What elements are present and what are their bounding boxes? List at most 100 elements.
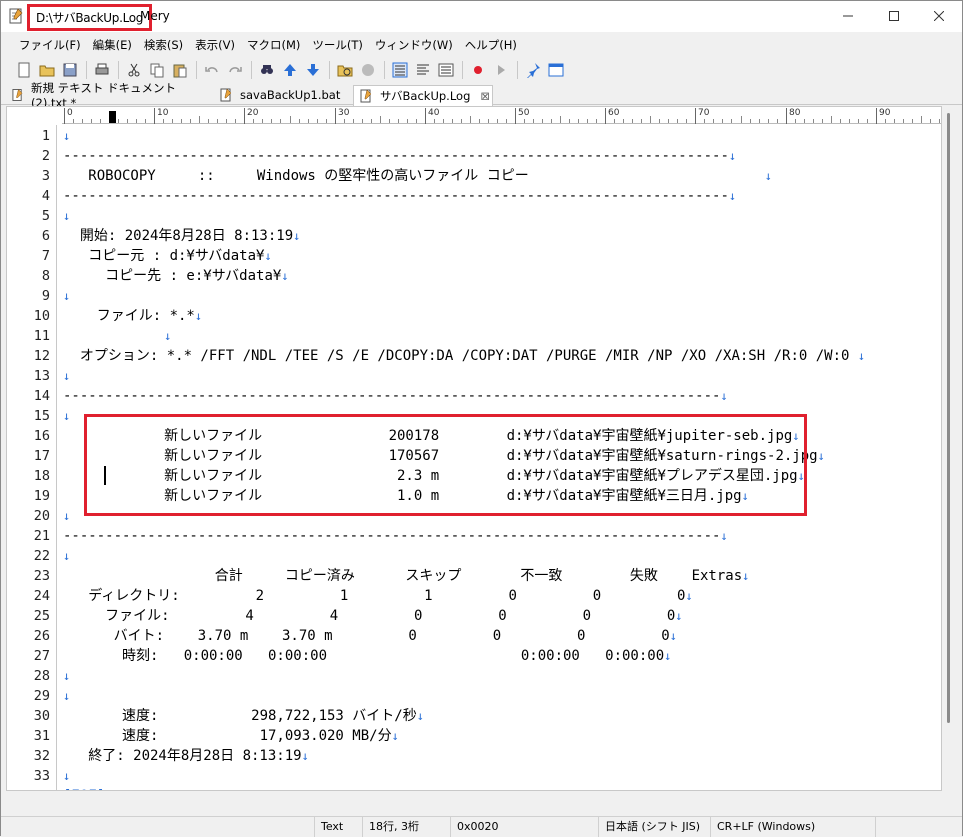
menu-item-4[interactable]: マクロ(M) xyxy=(241,37,306,53)
text-line[interactable]: ↓ xyxy=(63,766,70,786)
menu-item-0[interactable]: ファイル(F) xyxy=(13,37,87,53)
text-line[interactable]: 開始: 2024年8月28日 8:13:19↓ xyxy=(63,226,301,246)
find-next-button[interactable] xyxy=(302,59,324,81)
maximize-button[interactable] xyxy=(871,1,917,31)
line-number-gutter: 1 2 3 4 5 6 7 8 9 10 11 12 13 14 15 16 17 18 19 20 21 22 23 24 2… xyxy=(7,125,57,790)
vertical-scroll-thumb[interactable] xyxy=(947,113,950,723)
open-folder-button[interactable] xyxy=(36,59,58,81)
ruler-label: 0 xyxy=(67,108,73,118)
tab-2[interactable]: サバBackUp.Log ⊠ xyxy=(353,85,493,106)
text-line[interactable]: ファイル: *.*↓ xyxy=(63,306,202,326)
copy-button[interactable] xyxy=(146,59,168,81)
text-line[interactable]: 速度: 17,093.020 MB/分↓ xyxy=(63,726,399,746)
tab-1[interactable]: savaBackUp1.bat xyxy=(213,85,353,105)
find-button[interactable] xyxy=(256,59,278,81)
text-line[interactable]: ----------------------------------------… xyxy=(63,386,728,406)
ruler-tick xyxy=(443,119,444,123)
print-button[interactable] xyxy=(91,59,113,81)
find-next-icon xyxy=(307,64,319,76)
undo-button[interactable] xyxy=(201,59,223,81)
newline-mark-icon: ↓ xyxy=(63,509,71,523)
wrap-column-button[interactable] xyxy=(435,59,457,81)
line-number: 21 xyxy=(33,528,50,544)
text-line[interactable]: コピー元 : d:¥サバdata¥↓ xyxy=(63,246,271,266)
pin-button[interactable] xyxy=(522,59,544,81)
horizontal-scrollbar[interactable] xyxy=(6,791,942,803)
minimize-button[interactable] xyxy=(825,1,871,31)
newline-mark-icon: ↓ xyxy=(857,349,866,363)
text-line[interactable]: 速度: 298,722,153 バイト/秒↓ xyxy=(63,706,424,726)
tab-label: サバBackUp.Log xyxy=(380,89,471,103)
find-prev-button[interactable] xyxy=(279,59,301,81)
text-line[interactable]: ファイル: 4 4 0 0 0 0↓ xyxy=(63,606,682,626)
text-line[interactable]: オプション: *.* /FFT /NDL /TEE /S /E /DCOPY:D… xyxy=(63,346,865,366)
text-line[interactable]: ↓ xyxy=(63,686,70,706)
text-line[interactable]: ↓ xyxy=(63,286,70,306)
line-text: ファイル: *.* xyxy=(63,308,195,324)
ruler-tick xyxy=(100,119,101,123)
mery-app-icon xyxy=(9,8,23,24)
wrap-column-icon xyxy=(438,63,454,77)
play-macro-button[interactable] xyxy=(490,59,512,81)
text-line[interactable]: ↓ xyxy=(63,666,70,686)
line-text: ----------------------------------------… xyxy=(63,148,729,164)
ruler-tick xyxy=(831,116,832,123)
save-button[interactable] xyxy=(59,59,81,81)
text-line[interactable]: 時刻: 0:00:00 0:00:00 0:00:00 0:00:00↓ xyxy=(63,646,671,666)
tab-close-icon[interactable]: ⊠ xyxy=(480,89,490,103)
text-line[interactable]: ----------------------------------------… xyxy=(63,526,728,546)
redo-button[interactable] xyxy=(224,59,246,81)
text-line[interactable]: コピー先 : e:¥サバdata¥↓ xyxy=(63,266,288,286)
toolbar-separator xyxy=(462,61,463,79)
paste-button[interactable] xyxy=(169,59,191,81)
text-line[interactable]: ↓ xyxy=(63,366,70,386)
text-line[interactable]: バイト: 3.70 m 3.70 m 0 0 0 0↓ xyxy=(63,626,677,646)
document-icon xyxy=(220,88,232,102)
line-number: 29 xyxy=(33,688,50,704)
text-line[interactable]: 終了: 2024年8月28日 8:13:19↓ xyxy=(63,746,309,766)
newline-mark-icon: ↓ xyxy=(63,689,71,703)
menu-item-7[interactable]: ヘルプ(H) xyxy=(459,37,523,53)
line-number: 7 xyxy=(41,248,50,264)
clear-highlight-button[interactable] xyxy=(357,59,379,81)
newline-mark-icon: ↓ xyxy=(164,329,172,343)
line-number: 11 xyxy=(33,328,50,344)
menu-item-1[interactable]: 編集(E) xyxy=(87,37,138,53)
text-line[interactable]: ↓ xyxy=(63,326,171,346)
menu-item-3[interactable]: 表示(V) xyxy=(189,37,241,53)
title-bar[interactable]: D:\サバBackUp.Log Mery xyxy=(1,1,962,32)
status-newline[interactable]: CR+LF (Windows) xyxy=(710,817,875,837)
wrap-none-button[interactable] xyxy=(389,59,411,81)
tab-0[interactable]: 新規 テキスト ドキュメント (2).txt * xyxy=(5,81,210,110)
text-line[interactable]: ↓ xyxy=(63,506,70,526)
window-button[interactable] xyxy=(545,59,567,81)
text-line[interactable]: 合計 コピー済み スキップ 不一致 失敗 Extras↓ xyxy=(63,566,750,586)
cut-button[interactable] xyxy=(123,59,145,81)
ruler-tick xyxy=(470,116,471,123)
menu-item-6[interactable]: ウィンドウ(W) xyxy=(369,37,459,53)
menu-item-2[interactable]: 検索(S) xyxy=(138,37,189,53)
newline-mark-icon: ↓ xyxy=(63,289,71,303)
text-line[interactable]: ↓ xyxy=(63,546,70,566)
text-line[interactable]: ↓ xyxy=(63,406,70,426)
text-line[interactable]: ----------------------------------------… xyxy=(63,186,736,206)
close-button[interactable] xyxy=(916,1,962,31)
newline-mark-icon: ↓ xyxy=(293,229,301,243)
menu-item-5[interactable]: ツール(T) xyxy=(306,37,369,53)
line-number: 12 xyxy=(33,348,50,364)
text-line[interactable]: ↓ xyxy=(63,126,70,146)
status-encoding[interactable]: 日本語 (シフト JIS) xyxy=(598,817,710,837)
ruler-tick xyxy=(704,119,705,123)
text-line[interactable]: ROBOCOPY :: Windows の堅牢性の高いファイル コピー ↓ xyxy=(63,166,772,186)
text-line[interactable]: ディレクトリ: 2 1 1 0 0 0↓ xyxy=(63,586,693,606)
text-line[interactable]: ----------------------------------------… xyxy=(63,146,736,166)
grep-button[interactable] xyxy=(334,59,356,81)
vertical-scrollbar[interactable] xyxy=(942,106,960,791)
newline-mark-icon: ↓ xyxy=(685,589,693,603)
line-text: 終了: 2024年8月28日 8:13:19 xyxy=(63,748,302,764)
text-line[interactable]: ↓ xyxy=(63,206,70,226)
record-macro-button[interactable] xyxy=(467,59,489,81)
new-file-button[interactable] xyxy=(13,59,35,81)
wrap-window-button[interactable] xyxy=(412,59,434,81)
line-number: 26 xyxy=(33,628,50,644)
